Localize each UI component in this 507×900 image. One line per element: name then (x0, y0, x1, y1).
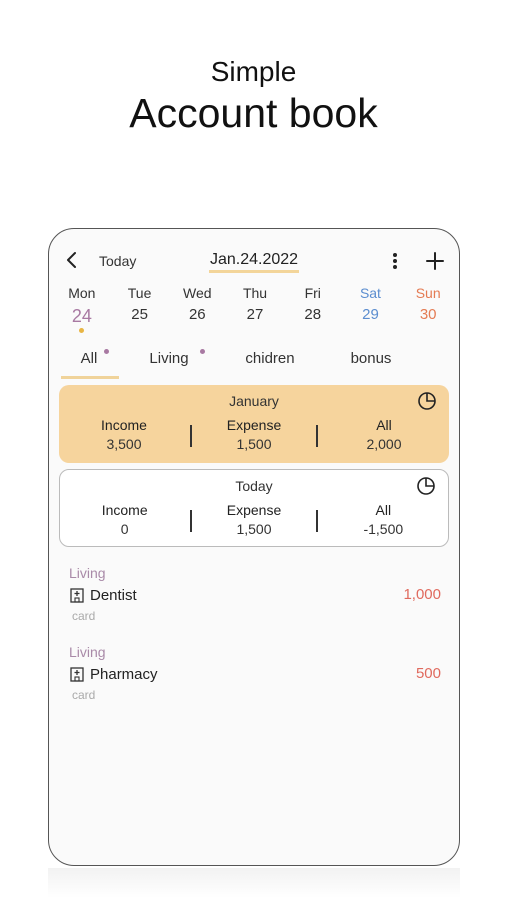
plus-icon (426, 252, 444, 270)
day-number: 28 (304, 306, 322, 323)
pie-chart-icon[interactable] (417, 391, 437, 411)
all-label: All (375, 502, 392, 518)
summary-title: Today (235, 478, 273, 494)
transaction-main: Dentist (69, 585, 137, 605)
day-thu[interactable]: Thu 27 (226, 285, 284, 335)
day-sat[interactable]: Sat 29 (342, 285, 400, 335)
week-strip: Mon 24 Tue 25 Wed 26 Thu 27 Fri 28 Sat 2… (53, 285, 457, 335)
transaction-name: Pharmacy (90, 665, 158, 683)
payment-method: card (72, 609, 96, 623)
expense-label: Expense (226, 417, 282, 433)
more-options-button[interactable] (385, 249, 405, 273)
day-name: Thu (242, 285, 268, 301)
more-vertical-icon (393, 253, 397, 269)
day-number: 30 (419, 306, 437, 323)
tab-label: bonus (350, 350, 392, 367)
transaction-name: Dentist (90, 586, 137, 604)
transaction-category: Living (69, 644, 106, 660)
column-divider (316, 510, 318, 532)
day-sun[interactable]: Sun 30 (399, 285, 457, 335)
all-value: -1,500 (363, 521, 404, 537)
tab-bonus[interactable]: bonus (321, 341, 421, 381)
promo-subtitle: Simple (210, 56, 297, 87)
day-tue[interactable]: Tue 25 (111, 285, 169, 335)
phone-frame: Today Jan.24.2022 Mon 24 Tue 25 Wed 26 T… (48, 228, 460, 866)
tab-chidren[interactable]: chidren (219, 341, 321, 381)
promo-header: Simple Account book (0, 0, 507, 200)
all-value: 2,000 (366, 436, 402, 452)
tab-living[interactable]: Living (119, 341, 219, 381)
transaction-main: Pharmacy (69, 664, 158, 684)
day-name: Wed (183, 285, 212, 301)
hospital-icon (70, 667, 84, 682)
income-label: Income (101, 417, 147, 433)
hospital-icon (70, 588, 84, 603)
income-column: Income 0 (60, 502, 189, 542)
tab-all[interactable]: All (59, 341, 119, 381)
all-label: All (376, 417, 392, 433)
tab-indicator-dot (104, 349, 109, 354)
day-number: 27 (246, 306, 264, 323)
summary-title: January (229, 393, 279, 409)
income-value: 3,500 (106, 436, 142, 452)
top-bar: Today Jan.24.2022 (49, 229, 459, 291)
day-wed[interactable]: Wed 26 (168, 285, 226, 335)
day-number: 25 (131, 306, 148, 323)
column-divider (316, 425, 318, 447)
income-label: Income (101, 502, 148, 518)
expense-value: 1,500 (236, 436, 272, 452)
today-summary-card[interactable]: Today Income 0 Expense 1,500 All -1,500 (59, 469, 449, 547)
add-button[interactable] (423, 249, 447, 273)
column-divider (190, 510, 192, 532)
category-tabs: All Living chidren bonus (59, 341, 451, 381)
expense-value: 1,500 (236, 521, 272, 537)
summary-columns: Income 3,500 Expense 1,500 All 2,000 (59, 417, 449, 457)
tab-label: All (80, 350, 98, 367)
phone-shadow (48, 868, 460, 898)
transaction-item[interactable]: Living Dentist 1,000 card (69, 565, 441, 635)
payment-method: card (72, 688, 96, 702)
transaction-amount: 500 (415, 665, 441, 682)
income-column: Income 3,500 (59, 417, 189, 457)
expense-column: Expense 1,500 (189, 502, 318, 542)
day-mon[interactable]: Mon 24 (53, 285, 111, 335)
tab-label: Living (149, 350, 189, 367)
day-number: 24 (71, 306, 92, 326)
transaction-item[interactable]: Living Pharmacy 500 card (69, 644, 441, 714)
day-name: Sun (415, 285, 441, 301)
day-name: Mon (68, 285, 96, 301)
expense-column: Expense 1,500 (189, 417, 319, 457)
expense-label: Expense (226, 502, 282, 518)
tab-indicator-dot (200, 349, 205, 354)
promo-title: Account book (125, 90, 383, 137)
transaction-category: Living (69, 565, 106, 581)
current-date-label: Jan.24.2022 (208, 251, 300, 273)
summary-columns: Income 0 Expense 1,500 All -1,500 (60, 502, 448, 542)
day-number: 26 (188, 306, 206, 323)
day-name: Sat (359, 285, 381, 301)
day-fri[interactable]: Fri 28 (284, 285, 342, 335)
income-value: 0 (120, 521, 129, 537)
transaction-amount: 1,000 (403, 586, 441, 603)
transaction-dot (79, 328, 85, 333)
tab-label: chidren (245, 350, 295, 367)
all-column: All 2,000 (319, 417, 449, 457)
day-name: Fri (304, 285, 321, 301)
promo-title-wrap: Account book (0, 90, 507, 137)
column-divider (190, 425, 192, 447)
day-name: Tue (127, 285, 152, 301)
month-summary-card[interactable]: January Income 3,500 Expense 1,500 All 2… (59, 385, 449, 463)
all-column: All -1,500 (319, 502, 448, 542)
pie-chart-icon[interactable] (416, 476, 436, 496)
day-number: 29 (362, 306, 379, 323)
